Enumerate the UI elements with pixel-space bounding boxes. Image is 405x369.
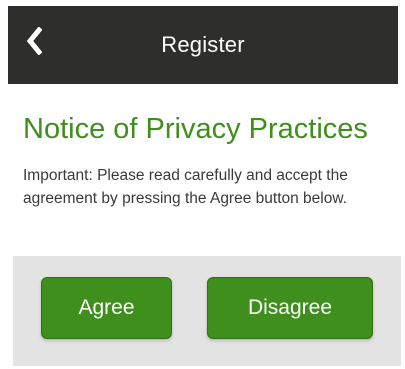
disagree-button[interactable]: Disagree (207, 277, 373, 339)
notice-title: Notice of Privacy Practices (23, 113, 368, 145)
action-bar: Agree Disagree (13, 256, 401, 366)
notice-panel: Notice of Privacy Practices Important: P… (8, 84, 398, 226)
notice-body: Important: Please read carefully and acc… (23, 167, 348, 207)
page-title: Register (161, 32, 245, 57)
app-bar: Register (8, 6, 398, 84)
agree-button[interactable]: Agree (41, 277, 172, 339)
